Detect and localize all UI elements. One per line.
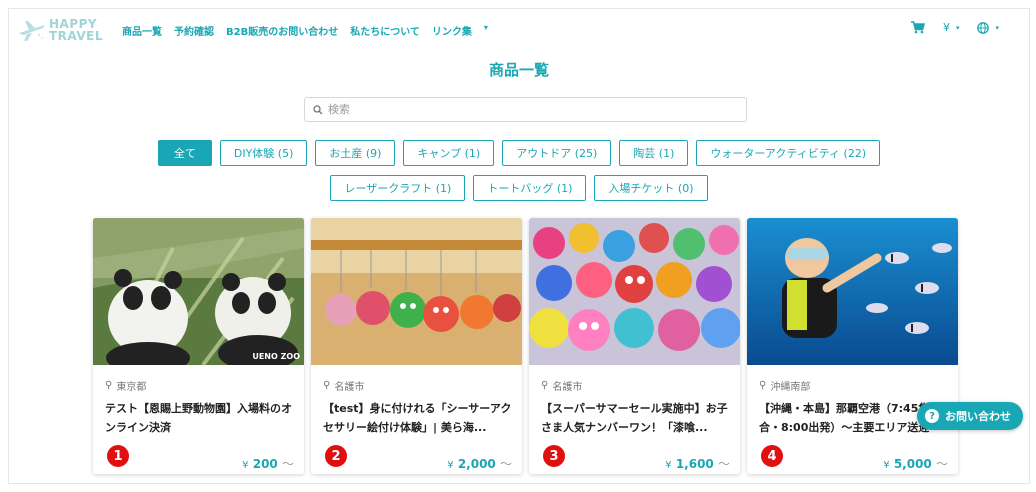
- nav-links[interactable]: リンク集: [432, 23, 472, 38]
- price-suffix: 〜: [499, 457, 512, 471]
- filter-souvenir[interactable]: お土産 (9): [315, 140, 396, 166]
- currency-prefix: ¥: [242, 460, 249, 471]
- nav-products[interactable]: 商品一覧: [122, 23, 162, 38]
- product-card[interactable]: ⚲ 名護市 【スーパーサマーセール実施中】お子さま人気ナンバーワン！「漆喰...…: [529, 218, 740, 474]
- search-input[interactable]: [328, 103, 708, 116]
- filter-laser-craft[interactable]: レーザークラフト (1): [330, 175, 466, 201]
- nav-reservation-check[interactable]: 予約確認: [174, 23, 214, 38]
- nav-more-chevron-icon[interactable]: ▾: [484, 23, 488, 38]
- product-card[interactable]: UENO ZOO ⚲ 東京都 テスト【恩賜上野動物園】入場料のオンライン決済 1…: [93, 218, 304, 474]
- price-suffix: 〜: [281, 457, 294, 471]
- location-text: 東京都: [116, 382, 147, 393]
- page-frame: HAPPY TRAVEL 商品一覧 予約確認 B2B販売のお問い合わせ 私たちに…: [8, 8, 1030, 484]
- price-suffix: 〜: [717, 457, 730, 471]
- product-price: ¥ 1,600 〜: [665, 455, 730, 472]
- filter-outdoor[interactable]: アウトドア (25): [502, 140, 612, 166]
- nav-b2b-inquiry[interactable]: B2B販売のお問い合わせ: [226, 23, 338, 38]
- location-pin-icon: ⚲: [323, 380, 331, 391]
- filter-water-activity[interactable]: ウォーターアクティビティ (22): [696, 140, 881, 166]
- price-value: 2,000: [457, 457, 496, 471]
- question-icon: ?: [925, 409, 939, 423]
- chevron-down-icon: ▾: [955, 23, 960, 32]
- number-badge: 2: [325, 445, 347, 467]
- location-text: 名護市: [334, 382, 365, 393]
- page-title: 商品一覧: [488, 61, 549, 79]
- search-icon: [313, 104, 323, 114]
- location-pin-icon: ⚲: [759, 380, 767, 391]
- product-price: ¥ 200 〜: [242, 455, 294, 472]
- filter-all[interactable]: 全て: [157, 140, 212, 166]
- contact-button[interactable]: ? お問い合わせ: [917, 402, 1023, 430]
- filter-row-1: 全て DIY体験 (5) お土産 (9) キャンプ (1) アウトドア (25)…: [9, 140, 1029, 166]
- number-badge: 3: [543, 445, 565, 467]
- filter-admission-ticket[interactable]: 入場チケット (0): [594, 175, 708, 201]
- category-filters: 全て DIY体験 (5) お土産 (9) キャンプ (1) アウトドア (25)…: [9, 140, 1029, 210]
- search-box[interactable]: [304, 97, 747, 122]
- price-value: 200: [252, 457, 278, 471]
- product-location: ⚲ 沖縄南部: [759, 378, 810, 393]
- product-price: ¥ 5,000 〜: [883, 455, 948, 472]
- price-value: 1,600: [675, 457, 714, 471]
- contact-button-label: お問い合わせ: [945, 410, 1011, 423]
- filter-row-2: レーザークラフト (1) トートバッグ (1) 入場チケット (0): [9, 175, 1029, 201]
- price-suffix: 〜: [935, 457, 948, 471]
- product-image-shisa-figurines: [529, 218, 740, 365]
- filter-camp[interactable]: キャンプ (1): [403, 140, 495, 166]
- product-title[interactable]: 【スーパーサマーセール実施中】お子さま人気ナンバーワン！「漆喰...: [541, 399, 731, 437]
- cart-button[interactable]: [910, 21, 925, 34]
- filter-pottery[interactable]: 陶芸 (1): [619, 140, 689, 166]
- globe-icon: [977, 21, 990, 34]
- currency-symbol: ¥: [942, 21, 950, 34]
- logo[interactable]: HAPPY TRAVEL: [17, 15, 113, 47]
- chevron-down-icon: ▾: [995, 23, 999, 32]
- language-selector[interactable]: ▾: [977, 21, 999, 34]
- header-right: ¥ ▾ ▾: [910, 21, 999, 34]
- number-badge: 1: [107, 445, 129, 467]
- currency-prefix: ¥: [447, 460, 454, 471]
- product-grid: UENO ZOO ⚲ 東京都 テスト【恩賜上野動物園】入場料のオンライン決済 1…: [93, 218, 958, 474]
- product-title[interactable]: 【test】身に付けれる「シーサーアクセサリー絵付け体験」| 美ら海...: [323, 399, 513, 437]
- top-header: HAPPY TRAVEL 商品一覧 予約確認 B2B販売のお問い合わせ 私たちに…: [9, 9, 1029, 53]
- number-badge: 4: [761, 445, 783, 467]
- location-text: 名護市: [552, 382, 583, 393]
- location-pin-icon: ⚲: [541, 380, 549, 391]
- currency-prefix: ¥: [665, 460, 672, 471]
- airplane-icon: [19, 21, 45, 41]
- filter-diy[interactable]: DIY体験 (5): [219, 140, 308, 166]
- product-location: ⚲ 名護市: [541, 378, 582, 393]
- main-nav: 商品一覧 予約確認 B2B販売のお問い合わせ 私たちについて リンク集 ▾: [122, 23, 488, 38]
- product-card[interactable]: ⚲ 名護市 【test】身に付けれる「シーサーアクセサリー絵付け体験」| 美ら海…: [311, 218, 522, 474]
- location-pin-icon: ⚲: [105, 380, 113, 391]
- cart-icon: [910, 21, 925, 34]
- product-location: ⚲ 名護市: [323, 378, 364, 393]
- location-text: 沖縄南部: [770, 382, 811, 393]
- filter-tote-bag[interactable]: トートバッグ (1): [473, 175, 587, 201]
- logo-line-2: TRAVEL: [49, 29, 104, 43]
- currency-prefix: ¥: [883, 460, 890, 471]
- product-location: ⚲ 東京都: [105, 378, 146, 393]
- currency-selector[interactable]: ¥ ▾: [943, 21, 960, 34]
- nav-about[interactable]: 私たちについて: [350, 23, 420, 38]
- product-image-pandas: UENO ZOO: [93, 218, 304, 365]
- product-price: ¥ 2,000 〜: [447, 455, 512, 472]
- product-image-shisa-accessories: [311, 218, 522, 365]
- product-card[interactable]: ⚲ 沖縄南部 【沖縄・本島】那覇空港（7:45集合・8:00出発）〜主要エリア送…: [747, 218, 958, 474]
- price-value: 5,000: [893, 457, 932, 471]
- image-watermark: UENO ZOO: [252, 352, 300, 361]
- product-title[interactable]: テスト【恩賜上野動物園】入場料のオンライン決済: [105, 399, 295, 437]
- product-image-snorkeling: [747, 218, 958, 365]
- logo-text: HAPPY TRAVEL: [49, 18, 103, 42]
